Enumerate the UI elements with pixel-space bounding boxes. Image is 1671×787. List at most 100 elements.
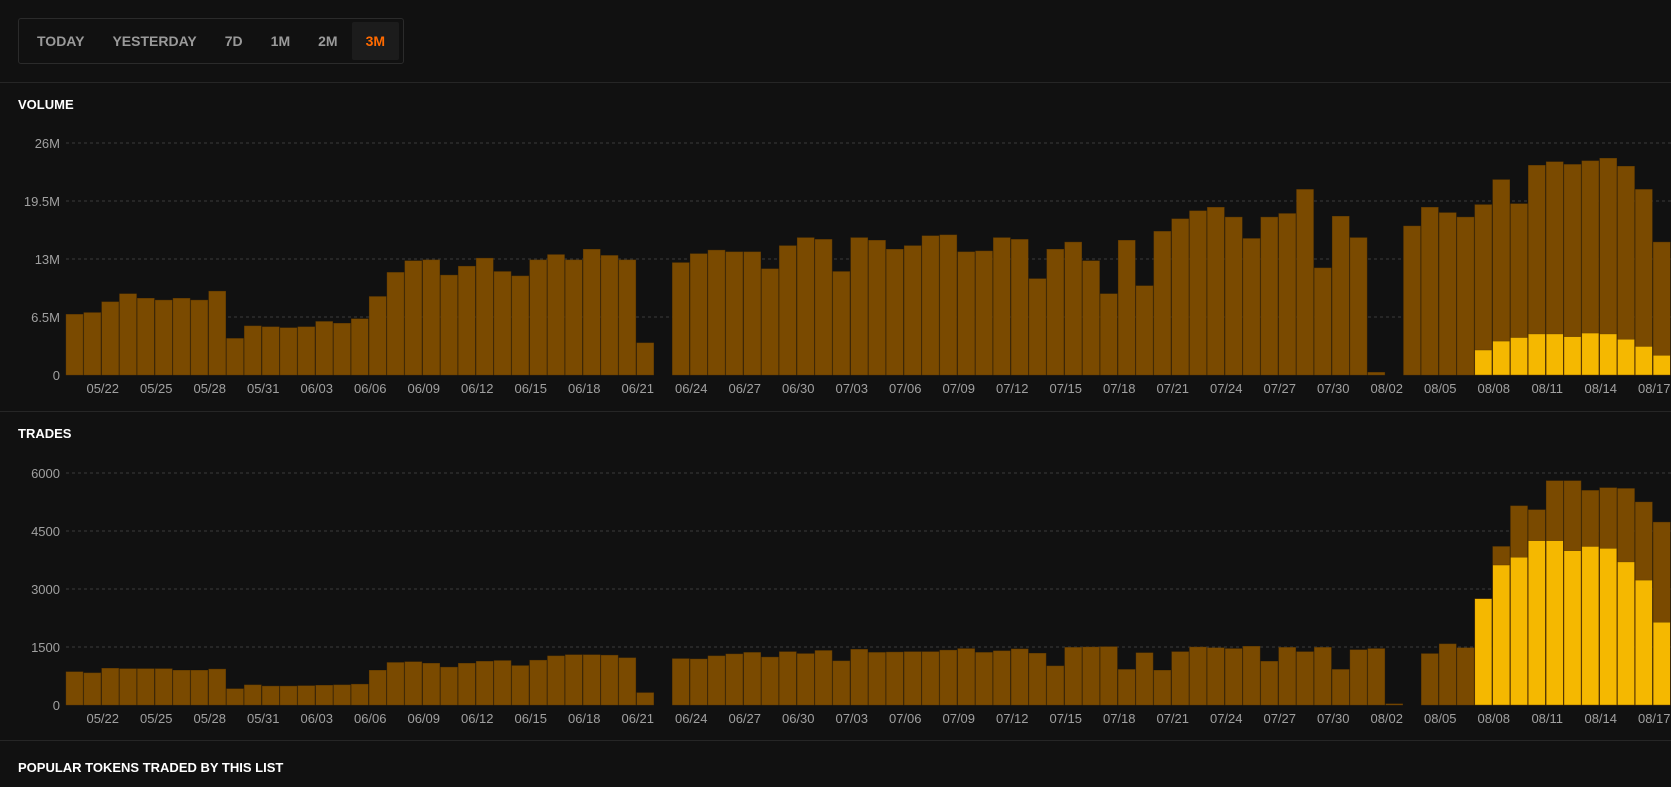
bar-total[interactable]	[529, 659, 547, 706]
bar-total[interactable]	[850, 237, 868, 376]
bar-total[interactable]	[850, 649, 868, 706]
bar-total[interactable]	[529, 259, 547, 376]
bar-highlight[interactable]	[1528, 333, 1546, 376]
bar-total[interactable]	[333, 684, 351, 706]
bar-total[interactable]	[975, 652, 993, 706]
bar-total[interactable]	[386, 272, 405, 376]
bar-total[interactable]	[1064, 647, 1082, 706]
bar-total[interactable]	[137, 668, 155, 706]
bar-total[interactable]	[1189, 210, 1207, 376]
bar-total[interactable]	[1135, 652, 1154, 706]
bar-total[interactable]	[226, 688, 244, 706]
bar-total[interactable]	[351, 683, 369, 706]
bar-total[interactable]	[957, 648, 975, 706]
bar-total[interactable]	[154, 299, 173, 376]
bar-total[interactable]	[422, 259, 440, 376]
bar-total[interactable]	[1153, 669, 1172, 706]
bar-total[interactable]	[297, 326, 316, 376]
bar-total[interactable]	[83, 672, 102, 706]
bar-total[interactable]	[297, 685, 316, 706]
bar-total[interactable]	[761, 656, 779, 706]
bar-total[interactable]	[868, 240, 886, 376]
bar-total[interactable]	[440, 274, 458, 376]
bar-total[interactable]	[886, 651, 904, 706]
bar-highlight[interactable]	[1652, 355, 1671, 376]
bar-total[interactable]	[1135, 285, 1154, 376]
bar-highlight[interactable]	[1563, 336, 1582, 376]
bar-total[interactable]	[1242, 646, 1261, 706]
bar-total[interactable]	[903, 245, 922, 376]
bar-total[interactable]	[1100, 646, 1118, 706]
bar-highlight[interactable]	[1528, 540, 1546, 706]
range-tab-7d[interactable]: 7D	[211, 22, 257, 60]
bar-total[interactable]	[1456, 647, 1475, 706]
bar-total[interactable]	[511, 665, 530, 706]
bar-total[interactable]	[137, 298, 155, 376]
bar-total[interactable]	[672, 262, 690, 376]
bar-total[interactable]	[1331, 669, 1350, 706]
bar-total[interactable]	[458, 663, 476, 706]
bar-total[interactable]	[582, 654, 601, 706]
bar-highlight[interactable]	[1474, 349, 1493, 376]
bar-total[interactable]	[725, 653, 744, 706]
bar-highlight[interactable]	[1545, 540, 1564, 706]
bar-total[interactable]	[261, 326, 280, 376]
bar-total[interactable]	[1010, 239, 1029, 376]
bar-total[interactable]	[101, 668, 119, 706]
bar-highlight[interactable]	[1545, 333, 1564, 376]
bar-total[interactable]	[672, 658, 690, 706]
bar-total[interactable]	[1171, 218, 1189, 376]
bar-total[interactable]	[368, 296, 387, 376]
bar-total[interactable]	[1046, 665, 1065, 706]
bar-total[interactable]	[493, 271, 512, 376]
bar-total[interactable]	[1224, 648, 1243, 706]
bar-total[interactable]	[565, 259, 583, 376]
bar-total[interactable]	[1421, 653, 1439, 706]
bar-total[interactable]	[119, 293, 137, 376]
bar-total[interactable]	[600, 654, 619, 706]
bar-total[interactable]	[279, 327, 298, 376]
bar-highlight[interactable]	[1635, 579, 1653, 706]
bar-total[interactable]	[226, 338, 244, 376]
bar-total[interactable]	[1421, 207, 1439, 376]
range-tab-3m[interactable]: 3M	[351, 22, 400, 60]
bar-total[interactable]	[1367, 372, 1386, 376]
bar-total[interactable]	[208, 668, 226, 706]
bar-total[interactable]	[1367, 648, 1386, 706]
bar-total[interactable]	[244, 684, 262, 706]
bar-total[interactable]	[1296, 189, 1314, 376]
bar-total[interactable]	[1438, 643, 1457, 706]
range-tab-today[interactable]: TODAY	[23, 22, 98, 60]
bar-total[interactable]	[333, 323, 351, 376]
bar-total[interactable]	[743, 652, 761, 706]
bar-total[interactable]	[993, 650, 1011, 706]
bar-total[interactable]	[814, 650, 833, 706]
bar-total[interactable]	[921, 235, 940, 376]
bar-total[interactable]	[1403, 225, 1421, 376]
bar-total[interactable]	[190, 669, 209, 706]
bar-total[interactable]	[689, 658, 708, 706]
bar-total[interactable]	[404, 260, 423, 376]
bar-total[interactable]	[582, 248, 601, 376]
bar-total[interactable]	[832, 660, 851, 706]
bar-highlight[interactable]	[1635, 346, 1653, 376]
bar-total[interactable]	[422, 663, 440, 706]
bar-total[interactable]	[832, 271, 851, 376]
bar-total[interactable]	[779, 651, 797, 706]
bar-total[interactable]	[261, 685, 280, 706]
bar-total[interactable]	[1314, 267, 1332, 376]
bar-total[interactable]	[208, 290, 226, 376]
bar-total[interactable]	[315, 685, 333, 706]
bar-total[interactable]	[1171, 651, 1189, 706]
bar-total[interactable]	[707, 655, 726, 706]
bar-total[interactable]	[886, 248, 904, 376]
bar-total[interactable]	[636, 342, 654, 376]
bar-total[interactable]	[244, 325, 262, 376]
bar-total[interactable]	[939, 649, 958, 706]
bar-highlight[interactable]	[1510, 337, 1528, 376]
bar-total[interactable]	[796, 237, 815, 376]
bar-highlight[interactable]	[1581, 332, 1600, 376]
bar-total[interactable]	[779, 245, 797, 376]
bar-highlight[interactable]	[1652, 622, 1671, 706]
bar-total[interactable]	[172, 669, 191, 706]
